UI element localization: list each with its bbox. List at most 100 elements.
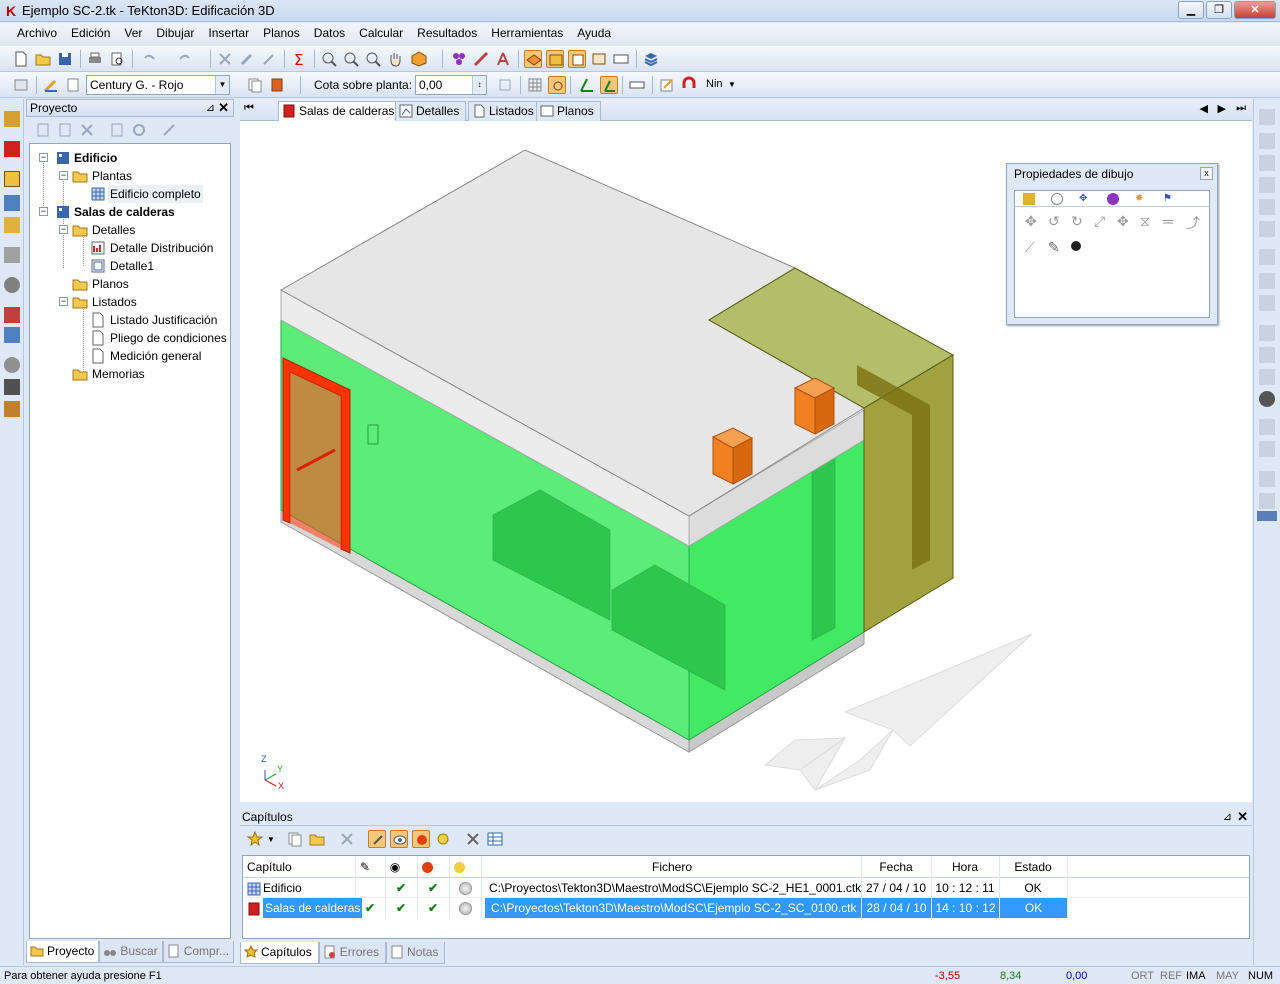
sigma-icon[interactable]: Σ [290, 50, 308, 69]
sphere-icon[interactable] [412, 830, 430, 848]
note-edit-icon[interactable] [658, 76, 676, 94]
render-check-icon[interactable]: ✔ [417, 898, 449, 918]
new-file-icon[interactable] [12, 50, 30, 68]
extinguisher-tool-icon[interactable] [4, 307, 20, 323]
view-3d-icon[interactable] [410, 50, 428, 68]
align-icon[interactable]: ═ [1163, 213, 1173, 229]
close-icon[interactable]: ✕ [218, 100, 229, 116]
star-tab-icon[interactable]: ✸ [1135, 193, 1147, 205]
rotate-icon[interactable]: ↺ [1048, 213, 1060, 230]
collapse-icon[interactable]: − [39, 207, 48, 216]
edit-text-icon[interactable] [1259, 493, 1275, 509]
mirror-icon[interactable] [1259, 221, 1275, 237]
circle-tool-icon[interactable] [4, 277, 20, 293]
menu-herramientas[interactable]: Herramientas [484, 23, 570, 44]
nin-dropdown-icon[interactable]: ▼ [728, 80, 736, 89]
tab-listados[interactable]: Listados [468, 101, 541, 121]
col-estado[interactable]: Estado [999, 857, 1067, 877]
hatch-icon[interactable] [1259, 419, 1275, 435]
move-icon[interactable] [1259, 109, 1275, 125]
col-capitulo[interactable]: Capítulo [247, 857, 292, 877]
last-tab-icon[interactable]: ⏭ [1236, 102, 1246, 115]
menu-ayuda[interactable]: Ayuda [570, 23, 618, 44]
pan-icon[interactable]: ✥ [1117, 213, 1129, 230]
menu-archivo[interactable]: Archivo [10, 23, 64, 44]
rect-view-icon[interactable] [546, 50, 564, 68]
tools-icon[interactable] [464, 830, 482, 848]
tab-buscar[interactable]: Buscar [99, 941, 163, 963]
pin-icon[interactable]: ⊿ [1223, 808, 1232, 826]
status-ref[interactable]: REF [1160, 969, 1182, 983]
open-folder-icon[interactable] [34, 50, 52, 68]
remove-doc-icon[interactable] [78, 121, 96, 139]
cota-input[interactable]: 0,00 ↕ [415, 75, 487, 95]
menu-ver[interactable]: Ver [117, 23, 149, 44]
pin-icon[interactable]: ⊿ [206, 100, 215, 116]
frame-tool-icon[interactable] [4, 217, 20, 233]
table-icon[interactable] [486, 830, 504, 848]
first-tab-icon[interactable]: ⏮ [244, 102, 254, 115]
menu-edicion[interactable]: Edición [64, 23, 117, 44]
restore-button[interactable]: ❐ [1206, 1, 1232, 19]
move-tab-icon[interactable]: ✥ [1079, 193, 1091, 205]
pipe-tool-icon[interactable] [4, 195, 20, 211]
angle-icon[interactable] [578, 76, 596, 94]
tab-planos[interactable]: Planos [536, 101, 601, 121]
box-tool-icon[interactable] [4, 171, 20, 187]
chevron-down-icon[interactable]: ▼ [215, 76, 229, 94]
attach-check-icon[interactable]: ✔ [355, 898, 385, 918]
menu-planos[interactable]: Planos [256, 23, 307, 44]
layers-stack-icon[interactable] [642, 50, 660, 68]
eye-icon[interactable] [390, 830, 408, 848]
pan-icon[interactable] [1259, 199, 1275, 215]
open-folder-icon[interactable] [308, 830, 326, 848]
door-tool-icon[interactable] [4, 111, 20, 127]
extend-icon[interactable]: ⤴ [1186, 213, 1200, 233]
layer-props-icon[interactable] [12, 76, 30, 94]
scale-icon[interactable] [1259, 177, 1275, 193]
edit-icon[interactable] [238, 50, 256, 68]
grid-icon[interactable] [526, 76, 544, 94]
delete-icon[interactable] [338, 830, 356, 848]
next-tab-icon[interactable]: ▶ [1218, 102, 1226, 115]
rotate2-icon[interactable] [1259, 155, 1275, 171]
edit-doc-icon[interactable] [56, 121, 74, 139]
redo-icon[interactable] [176, 50, 194, 68]
zoom-out-icon[interactable] [364, 50, 382, 68]
text-tool-icon[interactable] [494, 50, 512, 68]
text-view-icon[interactable] [612, 50, 630, 68]
pen-icon[interactable] [1259, 369, 1275, 385]
collapse-icon[interactable]: − [59, 225, 68, 234]
ortho-icon[interactable] [600, 76, 618, 94]
sync-icon[interactable] [130, 121, 148, 139]
layers-color-icon[interactable] [450, 50, 468, 68]
scale-icon[interactable]: ⤢ [1094, 213, 1105, 230]
close-button[interactable]: ✕ [1234, 1, 1276, 19]
smiley-icon[interactable] [434, 830, 452, 848]
collapse-icon[interactable]: − [59, 297, 68, 306]
line-icon[interactable]: ⟋ [1025, 239, 1035, 256]
tab-comprobar[interactable]: Compr... [162, 941, 235, 963]
stepper-icon[interactable]: ↕ [472, 76, 486, 94]
copy-icon[interactable] [286, 830, 304, 848]
col-fecha[interactable]: Fecha [861, 857, 931, 877]
close-icon[interactable]: x [1200, 167, 1213, 180]
tab-detalles[interactable]: Detalles [395, 101, 467, 121]
col-sphere-icon[interactable] [417, 857, 437, 877]
text-a-icon[interactable] [1259, 471, 1275, 487]
tab-errores[interactable]: Errores [318, 942, 387, 964]
prev-tab-icon[interactable]: ◀ [1200, 102, 1208, 115]
bomb-icon[interactable] [1071, 241, 1081, 251]
status-ort[interactable]: ORT [1131, 969, 1154, 983]
flag-tab-icon[interactable]: ⚑ [1163, 193, 1175, 205]
mirror-icon[interactable]: ⧖ [1140, 213, 1150, 230]
menu-insertar[interactable]: Insertar [201, 23, 256, 44]
star-icon[interactable] [246, 830, 264, 848]
tab-notas[interactable]: Notas [386, 942, 446, 964]
refresh-doc-icon[interactable] [108, 121, 126, 139]
move-icon[interactable]: ✥ [1025, 213, 1037, 230]
nin-label[interactable]: Nin [706, 78, 723, 90]
tab-salas-de-calderas[interactable]: Salas de calderas [278, 101, 402, 121]
table-row[interactable]: Salas de calderas ✔ ✔ ✔ C:\Proyectos\Tek… [243, 898, 1249, 918]
star-dropdown-icon[interactable]: ▼ [267, 835, 275, 844]
